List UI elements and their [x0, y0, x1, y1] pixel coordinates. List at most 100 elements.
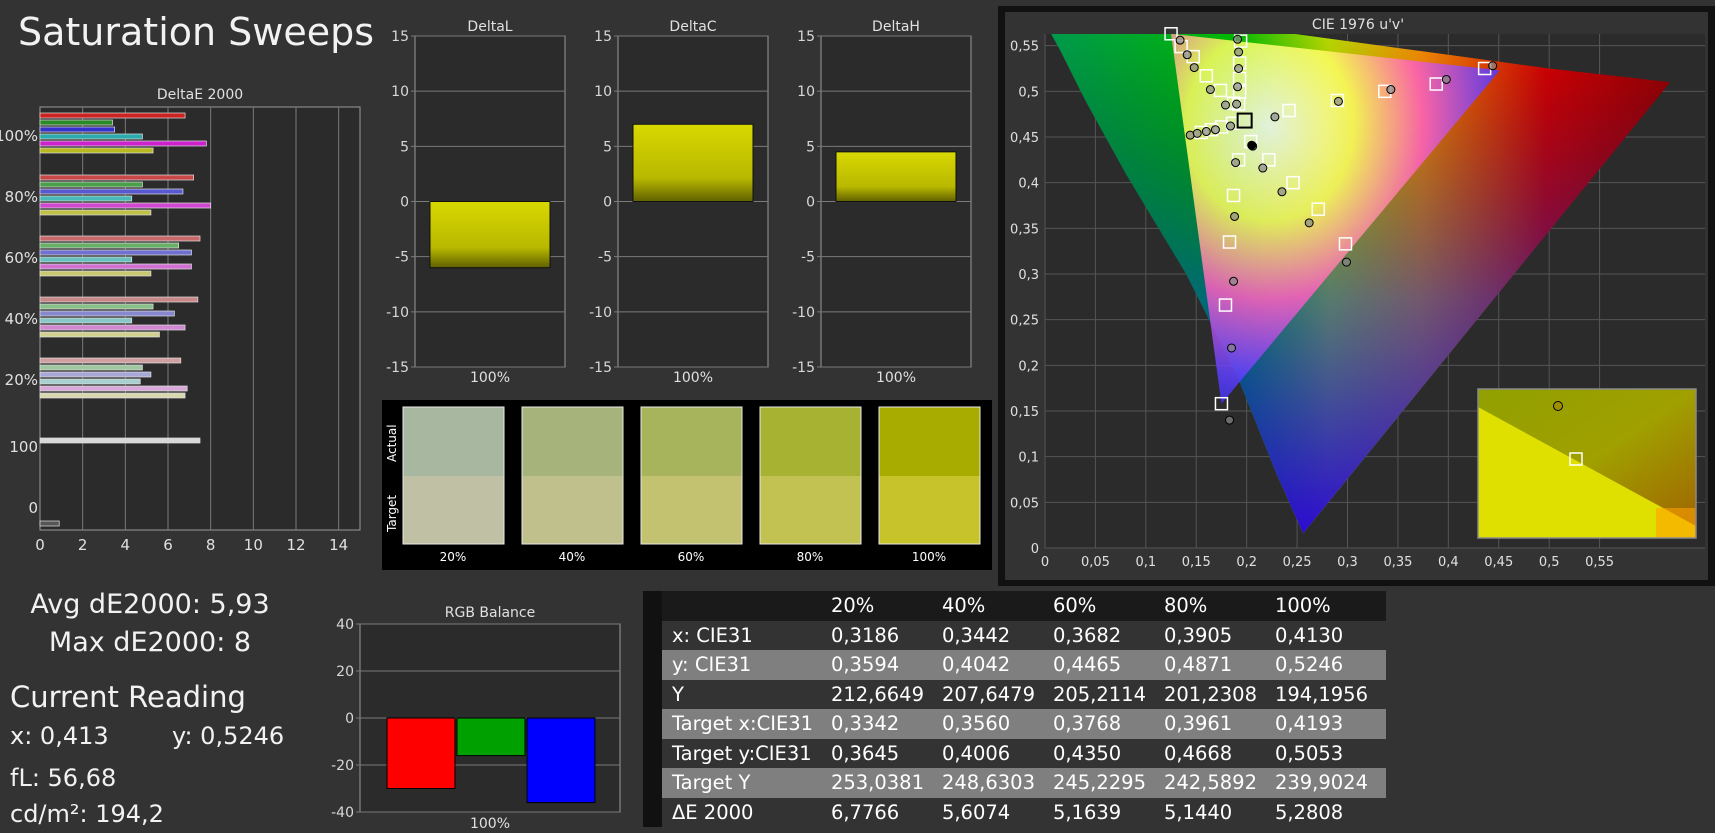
table-row: x: CIE31 0,3186 0,3442 0,3682 0,3905 0,4130	[643, 620, 1386, 650]
row-marker	[643, 797, 662, 827]
panel-title: DeltaL	[467, 19, 512, 35]
y-tick-label: 0,15	[1010, 405, 1039, 420]
actual-label: Actual	[385, 424, 399, 462]
table-cell: 0,5053	[1274, 738, 1386, 768]
bar	[39, 147, 154, 154]
table-cell: 205,2114	[1052, 679, 1164, 709]
table-cell: 0,4006	[941, 738, 1053, 768]
bar	[39, 242, 180, 249]
x-tick-label: 10	[244, 536, 263, 554]
avg-de2000: Avg dE2000: 5,93	[30, 589, 270, 620]
y-tick-label: 0	[1031, 542, 1039, 557]
y-tick-label: 5	[603, 139, 612, 155]
table-cell: 5,1639	[1052, 797, 1164, 827]
bar	[39, 317, 133, 324]
y-tick-label: 0,3	[1018, 268, 1039, 283]
measured-point	[1225, 415, 1235, 425]
y-tick-label: 15	[594, 29, 612, 45]
x-tick-label: 2	[78, 536, 88, 554]
measured-point	[1386, 85, 1396, 95]
delta-bar	[632, 123, 754, 202]
measured-point	[1333, 96, 1343, 106]
x-category-label: 100%	[470, 816, 510, 832]
y-tick-label: 0,35	[1010, 222, 1039, 237]
deltae-chart: 0 2 4 6 8 10 12 14 DeltaE 2000 100% 80% 60% 40% 20% 10…	[0, 87, 361, 554]
measured-point	[1201, 127, 1211, 137]
table-cell: 0,4465	[1052, 650, 1164, 680]
delta-bar	[835, 151, 957, 203]
y-tick-label: 20	[336, 664, 354, 680]
measured-point	[1441, 74, 1451, 84]
x-tick-label: 0,05	[1081, 555, 1110, 570]
measured-point	[1270, 112, 1280, 122]
bar	[39, 133, 143, 140]
x-tick-label: 0,5	[1539, 555, 1560, 570]
measured-point	[1220, 100, 1230, 110]
bar	[39, 235, 201, 242]
zoom-measured-point	[1553, 401, 1563, 411]
y-tick-label: -10	[792, 305, 815, 321]
rgb-bar	[456, 717, 526, 757]
y-tick-label: 0,25	[1010, 314, 1039, 329]
reading-fl: fL: 56,68	[10, 764, 117, 792]
current-reading-title: Current Reading	[10, 680, 246, 714]
x-tick-label: 0	[1041, 555, 1049, 570]
table-row: Y 212,6649 207,6479 205,2114 201,2308 194,195…	[643, 679, 1386, 709]
measured-point	[1233, 34, 1243, 44]
group-label: 0	[28, 499, 38, 517]
table-cell: 242,5892	[1163, 768, 1275, 798]
bar	[39, 364, 143, 371]
table-cell: 0,3905	[1163, 620, 1275, 650]
table-header: 20%	[830, 591, 942, 621]
table-cell: 212,6649	[830, 679, 942, 709]
max-de2000: Max dE2000: 8	[48, 627, 252, 658]
y-tick-label: -15	[792, 360, 815, 376]
table-cell: 0,3342	[830, 709, 942, 739]
row-label: Y	[661, 679, 831, 709]
table-cell: 0,4130	[1274, 620, 1386, 650]
measured-point	[1182, 50, 1192, 60]
stats-block: Avg dE2000: 5,93 Max dE2000: 8	[0, 586, 300, 662]
y-tick-label: 0,4	[1018, 177, 1039, 192]
bar	[39, 520, 60, 527]
y-tick-label: -5	[395, 250, 409, 266]
x-tick-label: 0,1	[1135, 555, 1156, 570]
row-label: Target y:CIE31	[661, 738, 831, 768]
swatch-label: 20%	[440, 550, 467, 564]
y-tick-label: -15	[386, 360, 409, 376]
swatch-label: 60%	[678, 550, 705, 564]
table-corner	[661, 591, 831, 621]
y-tick-label: -5	[801, 250, 815, 266]
chart-title: DeltaE 2000	[157, 87, 243, 103]
table-cell: 5,1440	[1163, 797, 1275, 827]
x-category-label: 100%	[876, 370, 916, 386]
x-tick-label: 0,4	[1438, 555, 1459, 570]
table-header: 60%	[1052, 591, 1164, 621]
group-label: 100	[9, 438, 38, 456]
table-cell: 5,2808	[1274, 797, 1386, 827]
table-cell: 245,2295	[1052, 768, 1164, 798]
group-label: 100%	[0, 127, 38, 145]
reading-x: x: 0,413	[10, 722, 109, 750]
bar	[39, 202, 212, 209]
measured-point	[1234, 64, 1244, 73]
measured-point	[1488, 61, 1498, 71]
y-tick-label: 10	[797, 84, 815, 100]
target-swatch	[879, 476, 980, 544]
bar	[39, 256, 133, 263]
bar	[39, 270, 152, 277]
y-tick-label: 0	[400, 195, 409, 211]
y-tick-label: 0	[345, 711, 354, 727]
table-cell: 0,3682	[1052, 620, 1164, 650]
measured-point	[1341, 257, 1351, 267]
bar	[39, 378, 141, 385]
x-tick-label: 6	[163, 536, 173, 554]
table-row: ΔE 2000 6,7766 5,6074 5,1639 5,1440 5,2808	[643, 797, 1386, 827]
panel-title: DeltaH	[872, 19, 920, 35]
y-tick-label: 0,55	[1010, 40, 1039, 55]
measured-point	[1277, 187, 1287, 197]
table-cell: 0,4193	[1274, 709, 1386, 739]
x-tick-label: 0,45	[1484, 555, 1513, 570]
rgb-bar	[526, 717, 596, 804]
chart-title: RGB Balance	[445, 605, 535, 621]
